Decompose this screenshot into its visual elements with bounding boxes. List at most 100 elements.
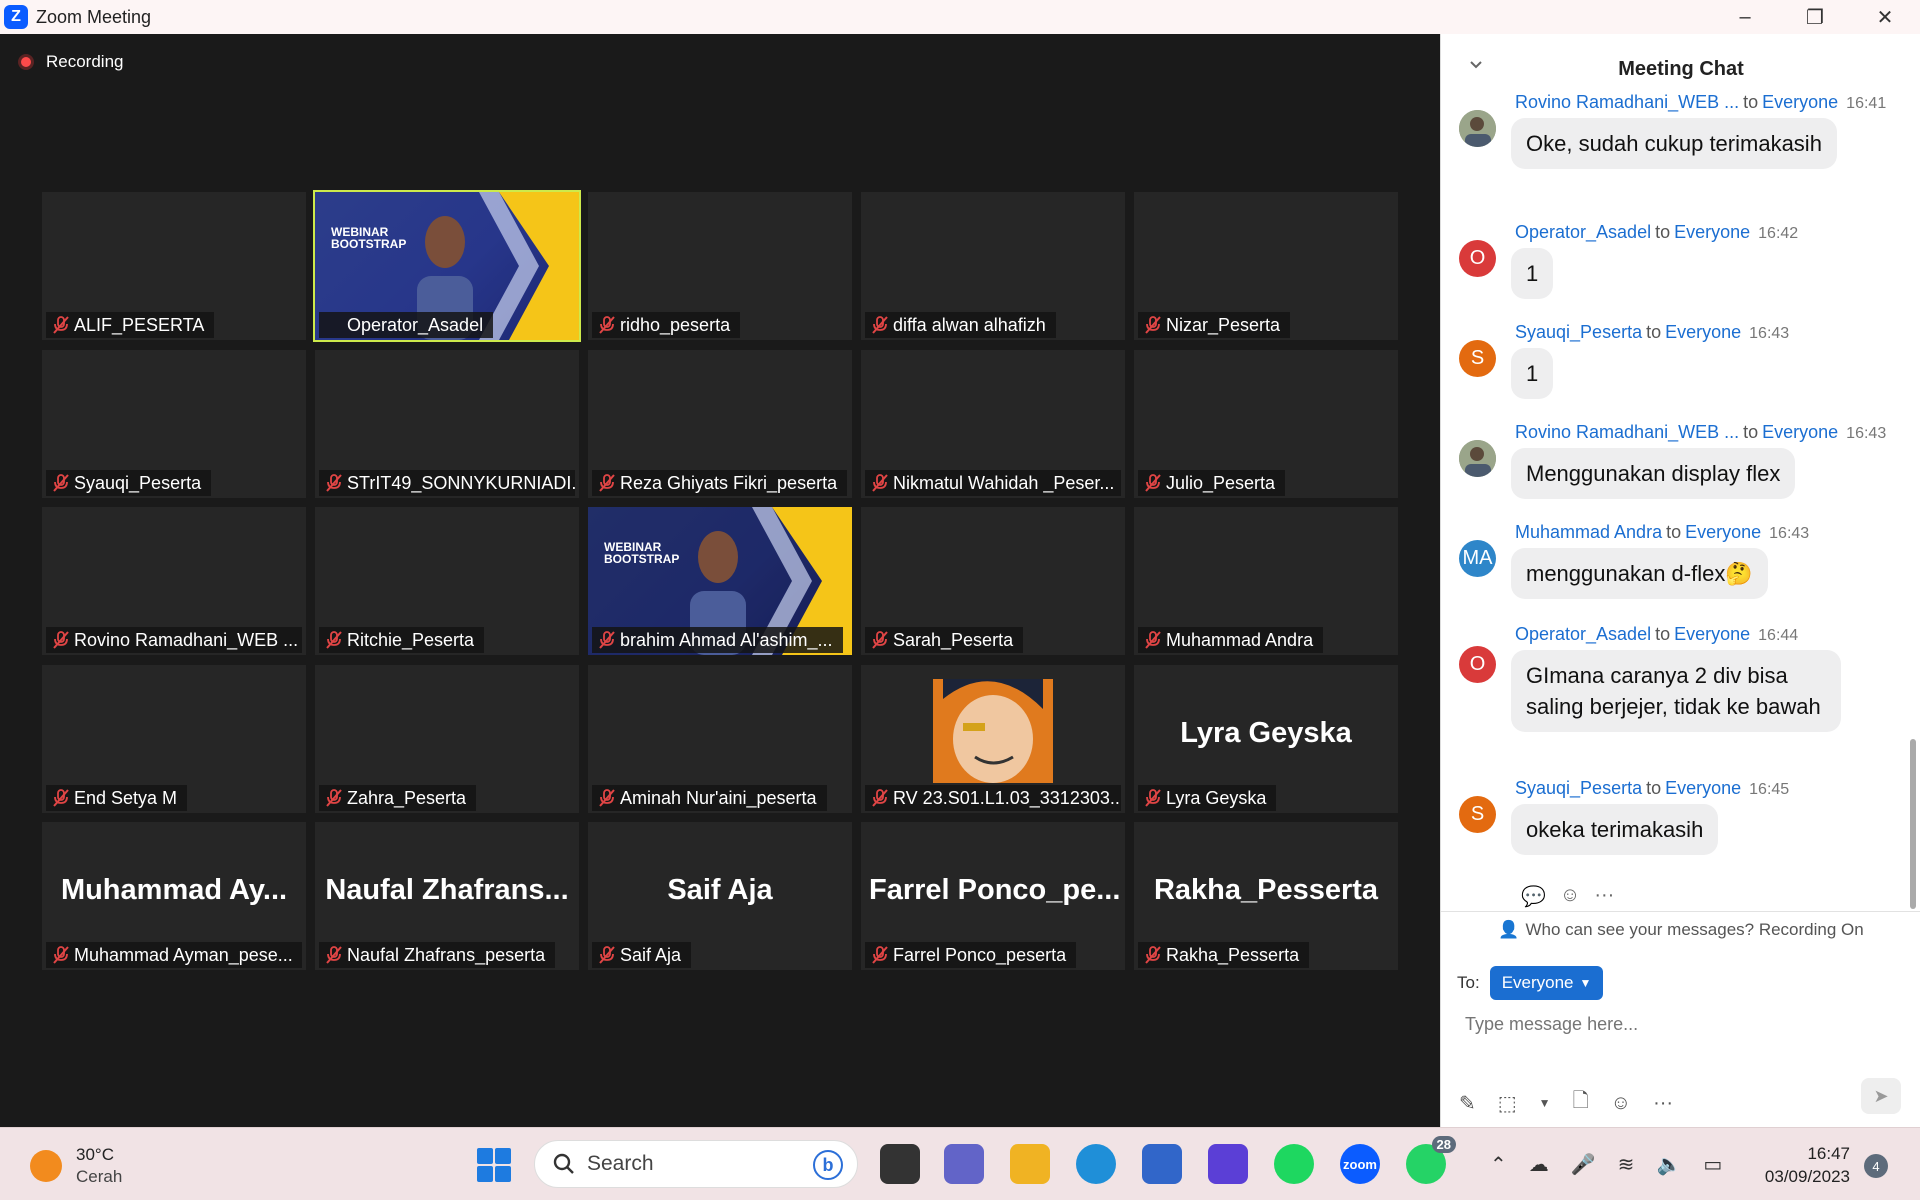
sender-avatar[interactable]: MA [1459, 540, 1496, 577]
window-controls: – ❐ ✕ [1710, 0, 1920, 34]
participant-tile[interactable]: ALIF_PESERTA [42, 192, 306, 340]
sender-name[interactable]: Operator_Asadel [1515, 624, 1651, 644]
whatsapp-icon[interactable]: 28 [1406, 1136, 1456, 1184]
participant-tile[interactable]: Nikmatul Wahidah _Peser... [861, 349, 1125, 498]
weather-widget[interactable]: 30°C Cerah [30, 1144, 122, 1188]
sender-avatar[interactable] [1459, 440, 1496, 477]
participant-tile[interactable]: Reza Ghiyats Fikri_peserta [588, 349, 852, 498]
restore-button[interactable]: ❐ [1780, 0, 1850, 34]
participant-tile[interactable]: STrIT49_SONNYKURNIADI... [315, 349, 579, 498]
more-icon[interactable]: ··· [1594, 884, 1614, 909]
volume-icon[interactable]: 🔈 [1656, 1152, 1681, 1177]
notification-badge[interactable]: 4 [1864, 1154, 1888, 1178]
battery-icon[interactable]: ▭ [1703, 1152, 1722, 1177]
message-bubble[interactable]: 1 [1511, 348, 1554, 399]
send-button[interactable]: ➤ [1861, 1078, 1901, 1114]
chevron-up-icon[interactable]: ⌃ [1490, 1152, 1507, 1177]
participant-tile[interactable]: RV 23.S01.L1.03_3312303... [861, 664, 1125, 813]
spotify-icon[interactable] [1274, 1144, 1314, 1184]
participant-tile[interactable]: Nizar_Peserta [1134, 192, 1398, 340]
message-bubble[interactable]: Oke, sudah cukup terimakasih [1511, 118, 1837, 169]
webinar-banner-text: WEBINAR BOOTSTRAP [331, 225, 407, 251]
title-bar: Z Zoom Meeting – ❐ ✕ [0, 0, 1920, 34]
recipient-dropdown[interactable]: Everyone ▼ [1489, 966, 1604, 1000]
message-bubble[interactable]: Menggunakan display flex [1511, 448, 1796, 499]
participant-tile[interactable]: Sarah_Peserta [861, 507, 1125, 655]
participant-display-name: Saif Aja [667, 874, 773, 906]
participant-tile[interactable]: Lyra Geyska Lyra Geyska [1134, 664, 1398, 813]
format-text-icon[interactable]: ✎ [1459, 1091, 1476, 1116]
teams-chat-icon[interactable] [944, 1144, 984, 1184]
participant-tile[interactable]: Naufal Zhafrans... Naufal Zhafrans_pesert… [315, 822, 579, 970]
system-clock[interactable]: 16:47 03/09/2023 [1750, 1142, 1850, 1188]
participant-tile[interactable]: diffa alwan alhafizh [861, 192, 1125, 340]
participant-tile[interactable]: WEBINAR BOOTSTRAP Operator_Asadel [313, 190, 581, 342]
participant-tile[interactable]: End Setya M [42, 664, 306, 813]
chevron-down-icon[interactable]: ▼ [1539, 1096, 1551, 1110]
message-bubble[interactable]: okeka terimakasih [1511, 804, 1719, 855]
sender-avatar[interactable]: S [1459, 340, 1496, 377]
chat-scrollbar[interactable] [1910, 739, 1916, 909]
emoji-reaction-icon[interactable]: ☺ [1560, 884, 1580, 909]
sender-name[interactable]: Operator_Asadel [1515, 222, 1651, 242]
microphone-icon[interactable]: 🎤 [1571, 1152, 1596, 1177]
sender-name[interactable]: Syauqi_Peserta [1515, 778, 1642, 798]
sender-avatar[interactable]: S [1459, 796, 1496, 833]
emoji-icon[interactable]: ☺ [1611, 1092, 1631, 1115]
muted-mic-icon [53, 631, 69, 649]
start-button[interactable] [477, 1148, 511, 1182]
participant-tile[interactable]: Zahra_Peserta [315, 664, 579, 813]
bing-icon[interactable]: b [813, 1150, 843, 1180]
message-bubble[interactable]: GImana caranya 2 div bisa saling berjeje… [1511, 650, 1841, 732]
zoom-app-icon[interactable]: zoom [1340, 1144, 1380, 1184]
onedrive-icon[interactable]: ☁ [1529, 1152, 1549, 1177]
participant-tile[interactable]: Rakha_Pesserta Rakha_Pesserta [1134, 822, 1398, 970]
participant-tile[interactable]: Aminah Nur'aini_peserta [588, 664, 852, 813]
message-visibility-note[interactable]: 👤 Who can see your messages? Recording O… [1441, 911, 1920, 947]
participant-tile[interactable]: Rovino Ramadhani_WEB ... [42, 507, 306, 655]
file-explorer-icon[interactable] [1010, 1144, 1050, 1184]
message-input[interactable] [1465, 1014, 1895, 1035]
message-bubble[interactable]: menggunakan d-flex🤔 [1511, 548, 1768, 599]
participant-tile[interactable]: Muhammad Ay... Muhammad Ayman_pese... [42, 822, 306, 970]
participant-tile[interactable]: Farrel Ponco_pe... Farrel Ponco_peserta [861, 822, 1125, 970]
reply-icon[interactable]: 💬 [1521, 884, 1546, 909]
edge-browser-icon[interactable] [1076, 1144, 1116, 1184]
sender-name[interactable]: Muhammad Andra [1515, 522, 1662, 542]
participant-name: Rakha_Pesserta [1166, 945, 1300, 965]
screenshot-icon[interactable]: ⬚ [1498, 1091, 1517, 1116]
visual-studio-icon[interactable] [1208, 1144, 1248, 1184]
sender-avatar[interactable] [1459, 110, 1496, 147]
wifi-icon[interactable]: ≋ [1618, 1152, 1635, 1177]
sender-name[interactable]: Rovino Ramadhani_WEB ... [1515, 422, 1739, 442]
message-bubble[interactable]: 1 [1511, 248, 1554, 299]
participant-tile[interactable]: Ritchie_Peserta [315, 507, 579, 655]
task-view-icon[interactable] [880, 1144, 920, 1184]
sender-avatar[interactable]: O [1459, 646, 1496, 683]
muted-mic-icon [326, 788, 342, 807]
participant-tile[interactable]: Syauqi_Peserta [42, 349, 306, 498]
file-icon[interactable]: 🗋 [1573, 1086, 1589, 1120]
participant-tile[interactable]: Saif Aja Saif Aja [588, 822, 852, 970]
participant-name: RV 23.S01.L1.03_3312303... [893, 787, 1121, 808]
to-word: to [1655, 624, 1671, 644]
microsoft-store-icon[interactable] [1142, 1144, 1182, 1184]
sender-name[interactable]: Syauqi_Peserta [1515, 322, 1642, 342]
participant-name: ridho_peserta [620, 315, 731, 335]
sender-name[interactable]: Rovino Ramadhani_WEB ... [1515, 92, 1739, 112]
taskbar-search[interactable]: Search b [534, 1140, 858, 1188]
participant-tile[interactable]: Muhammad Andra [1134, 507, 1398, 655]
close-button[interactable]: ✕ [1850, 0, 1920, 34]
participant-name: Sarah_Peserta [893, 630, 1014, 650]
participant-tile[interactable]: Julio_Peserta [1134, 349, 1398, 498]
muted-mic-icon [599, 631, 615, 649]
participant-tile[interactable]: WEBINAR BOOTSTRAP brahim Ahmad Al'ashim_..… [588, 507, 852, 655]
participant-tile[interactable]: ridho_peserta [588, 192, 852, 340]
message-recipient: Everyone [1665, 322, 1742, 342]
recording-indicator[interactable]: Recording [18, 52, 124, 72]
sender-avatar[interactable]: O [1459, 240, 1496, 277]
minimize-button[interactable]: – [1710, 0, 1780, 34]
muted-mic-icon [872, 946, 888, 964]
more-icon[interactable]: ··· [1653, 1092, 1673, 1115]
muted-mic-icon [53, 946, 69, 964]
